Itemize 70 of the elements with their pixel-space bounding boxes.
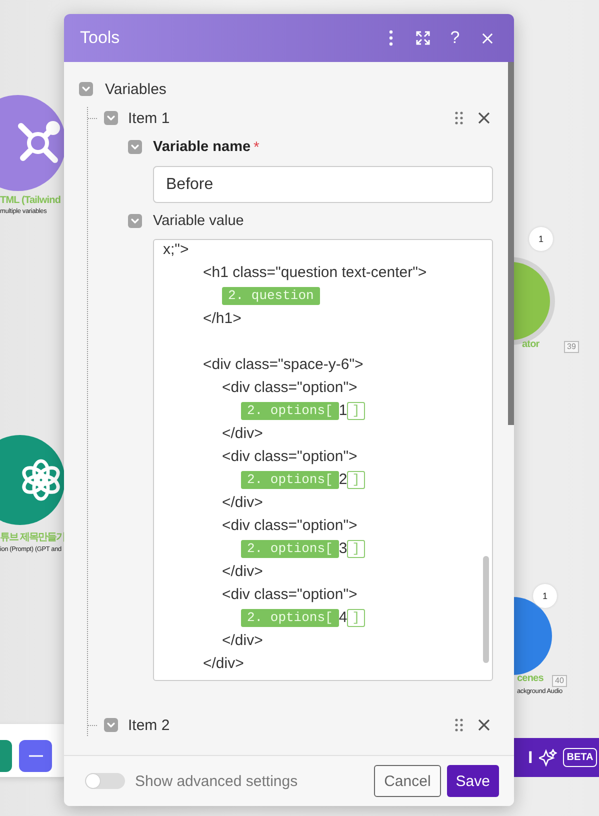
scrollbar-thumb[interactable] [483, 556, 489, 663]
code-text: <div class="option"> [222, 379, 358, 396]
code-text: 4 [338, 609, 348, 626]
ai-label: I [528, 748, 533, 768]
node-badge: 39 [564, 341, 579, 353]
code-text: <div class="space-y-6"> [203, 356, 364, 373]
dash-icon [28, 754, 42, 758]
code-text: <div class="option"> [222, 517, 358, 534]
variable-tag[interactable]: 2. options[ [241, 470, 339, 488]
section-label: Variables [105, 80, 166, 98]
bracket-tag[interactable]: ] [347, 402, 365, 420]
variable-tag[interactable]: 2. options[ [241, 402, 339, 420]
code-text: <div class="option"> [222, 586, 358, 603]
close-icon [478, 719, 490, 731]
code-text: </div> [222, 563, 263, 580]
toggle-switch[interactable] [85, 773, 125, 789]
node-label: ator [522, 339, 540, 350]
collapse-toggle[interactable] [128, 214, 142, 228]
drag-handle-icon[interactable] [455, 111, 463, 125]
kebab-icon [389, 30, 393, 46]
help-button[interactable]: ? [440, 23, 470, 53]
code-text: </div> [222, 494, 263, 511]
dialog-title: Tools [80, 28, 120, 48]
item-label: Item 2 [128, 716, 170, 734]
code-text: </div> [222, 632, 263, 649]
collapse-toggle[interactable] [104, 111, 118, 125]
code-text: x;"> [163, 241, 189, 258]
required-mark: * [254, 138, 260, 156]
bracket-tag[interactable]: ] [347, 608, 365, 626]
cancel-button[interactable]: Cancel [374, 765, 441, 797]
node-label: 튜브 제목만들기 [0, 531, 65, 544]
variable-tag[interactable]: 2. options[ [241, 608, 339, 626]
close-icon [482, 32, 492, 44]
input-field[interactable]: Before [153, 166, 493, 203]
toggle-label: Show advanced settings [135, 772, 298, 790]
save-button[interactable]: Save [446, 765, 499, 797]
variable-tag[interactable]: 2. options[ [241, 540, 339, 558]
node-label: TML (Tailwind [0, 195, 61, 206]
node-circle[interactable] [0, 435, 65, 525]
collapse-toggle[interactable] [104, 718, 118, 732]
code-editor[interactable] [153, 239, 493, 681]
code-text: 2 [338, 471, 348, 488]
item-label: Item 1 [128, 110, 170, 126]
code-text: </div> [203, 655, 244, 672]
count-bubble: 1 [529, 227, 553, 251]
expand-icon [416, 31, 430, 45]
field-label: Variable value [153, 213, 244, 229]
remove-button[interactable] [478, 112, 490, 124]
code-text: <div class="option"> [222, 448, 358, 465]
variable-tag[interactable]: 2. question [222, 286, 320, 304]
collapse-toggle[interactable] [128, 140, 142, 154]
code-text: </div> [222, 425, 263, 442]
drag-handle-icon[interactable] [455, 718, 463, 732]
bracket-tag[interactable]: ] [347, 540, 365, 558]
field-label: Variable name [153, 139, 251, 155]
code-text: 1 [338, 402, 348, 419]
close-icon [478, 112, 490, 124]
node-badge: 40 [552, 675, 567, 687]
count-bubble: 1 [533, 584, 557, 608]
sparkle-icon [538, 748, 557, 766]
code-text: </h1> [203, 310, 242, 327]
collapse-toggle[interactable] [79, 82, 93, 96]
scrollbar-thumb[interactable] [508, 62, 514, 425]
bracket-tag[interactable]: ] [347, 470, 365, 488]
app-tile[interactable] [19, 740, 52, 772]
remove-button[interactable] [478, 719, 490, 731]
beta-badge: BETA [562, 748, 598, 767]
node-label: cenes [517, 673, 544, 684]
code-text: 3 [338, 540, 348, 557]
code-text: <h1 class="question text-center"> [203, 264, 427, 281]
